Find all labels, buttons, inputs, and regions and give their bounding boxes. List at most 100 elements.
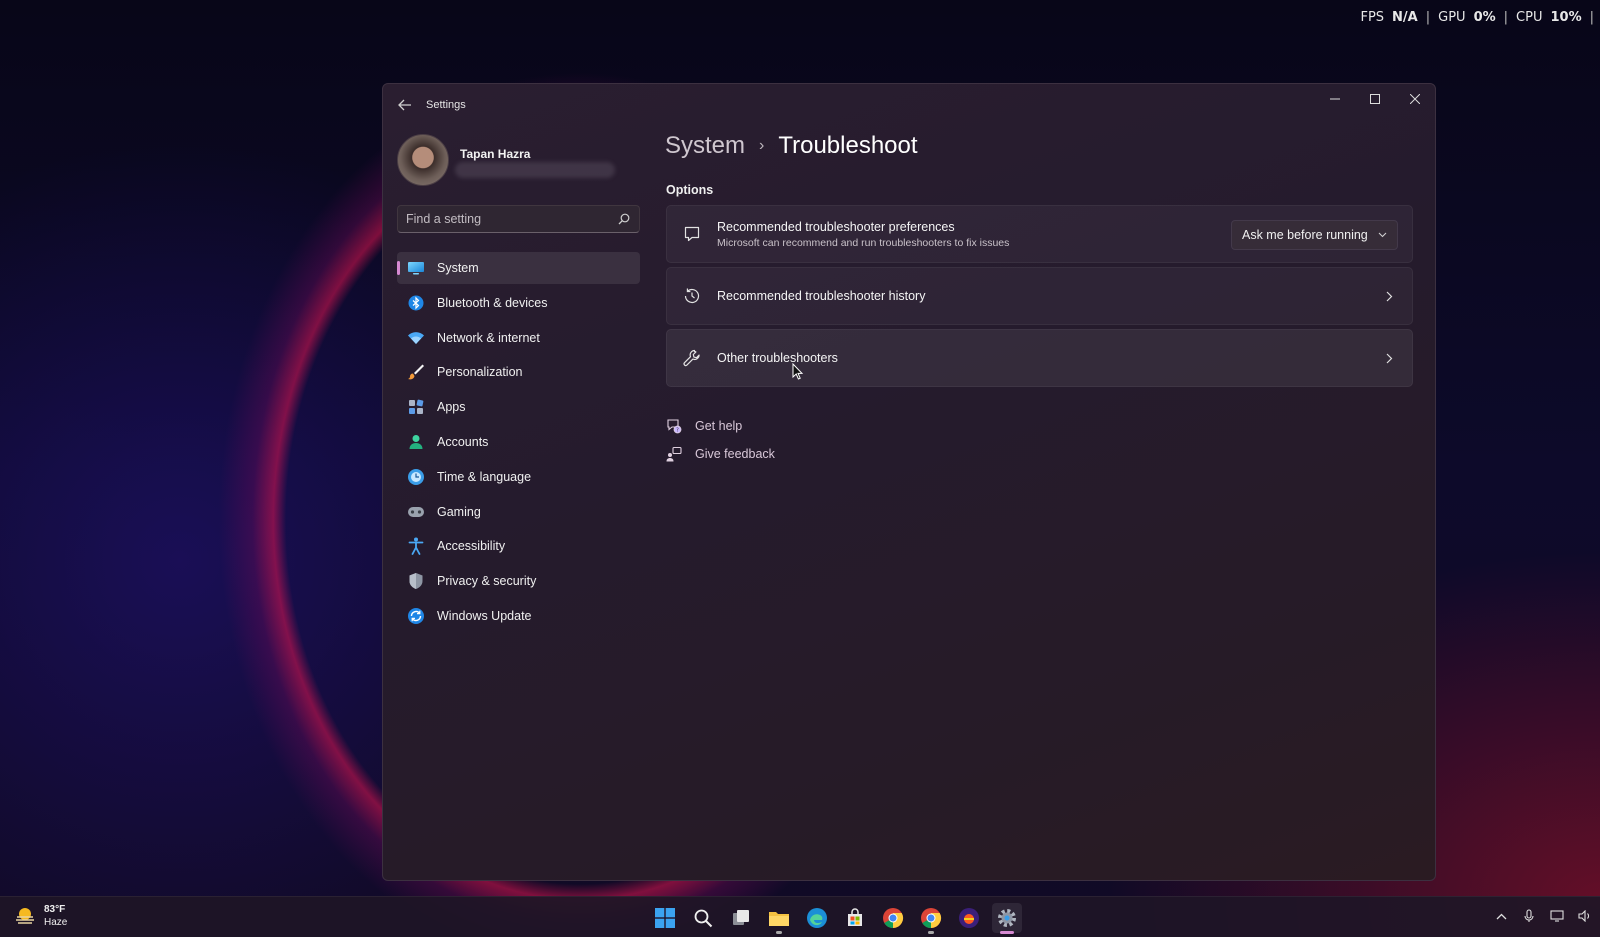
- sidebar-item-privacy-security[interactable]: Privacy & security: [397, 565, 640, 597]
- wrench-icon: [681, 347, 703, 369]
- sidebar-item-system[interactable]: System: [397, 252, 640, 284]
- network-monitor-icon[interactable]: [1550, 909, 1564, 923]
- card-other-troubleshooters[interactable]: Other troubleshooters: [666, 329, 1413, 387]
- chrome-button[interactable]: [878, 903, 908, 933]
- system-icon: [407, 259, 425, 277]
- sidebar-item-apps[interactable]: Apps: [397, 391, 640, 423]
- get-help-link[interactable]: ? Get help: [666, 418, 742, 434]
- edge-icon: [807, 908, 827, 928]
- user-email-redacted: [455, 162, 615, 178]
- search-icon[interactable]: [617, 212, 631, 226]
- sidebar-item-personalization[interactable]: Personalization: [397, 356, 640, 388]
- volume-icon[interactable]: [1578, 909, 1592, 923]
- search-icon: [694, 909, 713, 928]
- back-button[interactable]: [395, 96, 415, 114]
- sidebar-item-label: System: [437, 261, 479, 275]
- gear-icon: [998, 909, 1016, 927]
- link-label: Give feedback: [695, 447, 775, 461]
- sidebar-item-gaming[interactable]: Gaming: [397, 496, 640, 528]
- give-feedback-link[interactable]: Give feedback: [666, 446, 775, 462]
- weather-text: 83°F Haze: [44, 903, 67, 929]
- sidebar-item-network[interactable]: Network & internet: [397, 322, 640, 354]
- sidebar-item-label: Gaming: [437, 504, 481, 519]
- active-indicator: [1000, 931, 1014, 934]
- section-label-options: Options: [666, 183, 714, 197]
- windows-logo-icon: [655, 908, 675, 928]
- microsoft-store-button[interactable]: [840, 903, 870, 933]
- card-text: Recommended troubleshooter preferences M…: [717, 220, 1009, 249]
- task-view-button[interactable]: [726, 903, 756, 933]
- settings-window: Settings Tapan Hazra System: [382, 83, 1436, 881]
- accessibility-icon: [407, 537, 425, 556]
- sidebar-item-accessibility[interactable]: Accessibility: [397, 530, 640, 562]
- taskbar-apps: [650, 903, 1022, 934]
- apps-icon: [407, 398, 425, 416]
- sidebar-item-bluetooth[interactable]: Bluetooth & devices: [397, 287, 640, 319]
- troubleshooter-preference-dropdown[interactable]: Ask me before running: [1231, 220, 1398, 250]
- card-title: Recommended troubleshooter history: [717, 289, 926, 303]
- task-view-icon: [733, 910, 749, 925]
- sidebar-item-accounts[interactable]: Accounts: [397, 426, 640, 458]
- folder-icon: [769, 912, 789, 926]
- time-language-icon: [407, 468, 425, 486]
- chrome-icon: [921, 908, 942, 929]
- card-troubleshooter-history[interactable]: Recommended troubleshooter history: [666, 267, 1413, 325]
- card-title: Other troubleshooters: [717, 351, 838, 365]
- search-box[interactable]: [397, 205, 640, 233]
- file-explorer-button[interactable]: [764, 903, 794, 934]
- minimize-icon: [1330, 98, 1340, 100]
- breadcrumb-parent[interactable]: System: [665, 132, 745, 160]
- gpu-value: 0%: [1473, 10, 1496, 25]
- sidebar-item-label: Accessibility: [437, 539, 506, 554]
- breadcrumb: System › Troubleshoot: [665, 132, 918, 160]
- perf-separator: |: [1503, 10, 1509, 25]
- minimize-button[interactable]: [1315, 84, 1355, 114]
- edge-button[interactable]: [802, 903, 832, 933]
- settings-taskbar-button[interactable]: [992, 903, 1022, 934]
- sidebar-nav: System Bluetooth & devices Network & int…: [397, 252, 640, 635]
- tray-overflow-chevron-up-icon[interactable]: [1494, 909, 1508, 923]
- card-text: Recommended troubleshooter history: [717, 289, 925, 303]
- close-button[interactable]: [1395, 84, 1435, 114]
- sidebar-item-label: Windows Update: [437, 608, 532, 623]
- weather-condition: Haze: [44, 917, 68, 928]
- app-button[interactable]: [954, 903, 984, 933]
- sidebar-item-windows-update[interactable]: Windows Update: [397, 600, 640, 632]
- running-indicator: [928, 931, 934, 934]
- taskbar-search-button[interactable]: [688, 903, 718, 933]
- chrome-profile-button[interactable]: [916, 903, 946, 934]
- accounts-icon: [407, 433, 425, 451]
- microphone-icon[interactable]: [1522, 909, 1536, 923]
- app-title: Settings: [426, 99, 466, 111]
- maximize-button[interactable]: [1355, 84, 1395, 114]
- cpu-label: CPU: [1516, 10, 1543, 25]
- search-input[interactable]: [406, 212, 617, 226]
- personalization-icon: [407, 363, 425, 381]
- chevron-down-icon: [1378, 230, 1387, 240]
- link-label: Get help: [695, 419, 743, 433]
- sidebar-item-label: Apps: [437, 400, 466, 415]
- privacy-shield-icon: [407, 572, 425, 590]
- chevron-right-icon: [1382, 351, 1396, 365]
- mouse-cursor-icon: [792, 363, 804, 380]
- windows-update-icon: [407, 607, 425, 625]
- system-tray: [1494, 909, 1592, 923]
- perf-separator: |: [1589, 10, 1594, 25]
- page-title: Troubleshoot: [778, 132, 918, 159]
- card-troubleshooter-preferences: Recommended troubleshooter preferences M…: [666, 205, 1413, 263]
- window-controls: [1315, 84, 1435, 114]
- chrome-icon: [883, 908, 904, 929]
- store-icon: [848, 908, 862, 926]
- cpu-value: 10%: [1550, 10, 1582, 25]
- bluetooth-icon: [407, 294, 425, 312]
- help-icon: ?: [666, 418, 682, 434]
- sidebar-item-time-language[interactable]: Time & language: [397, 461, 640, 493]
- perf-separator: |: [1425, 10, 1431, 25]
- card-title: Recommended troubleshooter preferences: [717, 219, 955, 234]
- title-bar[interactable]: Settings: [383, 84, 1435, 124]
- weather-temperature: 83°F: [44, 904, 66, 915]
- svg-text:?: ?: [676, 427, 679, 433]
- weather-widget[interactable]: 83°F Haze: [14, 903, 67, 929]
- avatar[interactable]: [397, 134, 449, 186]
- start-button[interactable]: [650, 903, 680, 933]
